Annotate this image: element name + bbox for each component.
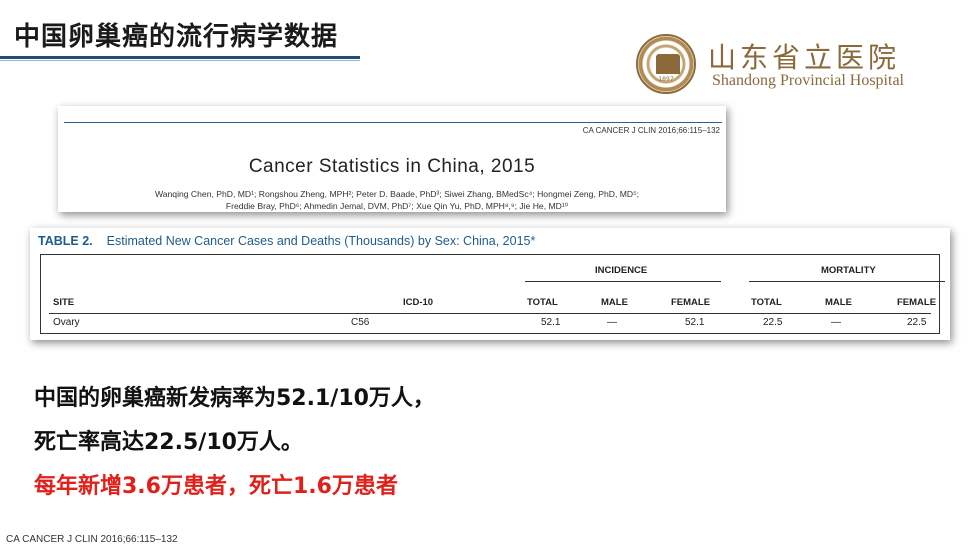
cell-incidence-total: 52.1 (541, 317, 561, 328)
slide-title: 中国卵巢癌的流行病学数据 (14, 22, 339, 52)
authors-line-1: Wanqing Chen, PhD, MD¹; Rongshou Zheng, … (154, 189, 640, 199)
paper-authors: Wanqing Chen, PhD, MD¹; Rongshou Zheng, … (88, 188, 706, 212)
table-caption: TABLE 2. Estimated New Cancer Cases and D… (38, 234, 535, 248)
cell-incidence-male: — (607, 317, 617, 328)
cell-icd10: C56 (351, 317, 370, 328)
incidence-group-rule (525, 281, 721, 282)
header-mortality-female: FEMALE (897, 297, 937, 308)
header-mortality-male: MALE (825, 297, 852, 308)
hospital-seal-icon: 1897 (636, 34, 696, 94)
title-underline (0, 56, 360, 59)
header-incidence-male: MALE (601, 297, 628, 308)
footer-citation: CA CANCER J CLIN 2016;66:115–132 (6, 534, 178, 545)
header-row-rule (49, 313, 931, 314)
hospital-logo: 1897 山东省立医院 Shandong Provincial Hospital (636, 34, 936, 98)
table-frame: INCIDENCE MORTALITY SITE ICD-10 TOTAL MA… (40, 254, 945, 334)
group-header-mortality: MORTALITY (821, 265, 876, 276)
group-header-incidence: INCIDENCE (595, 265, 648, 276)
paper-title: Cancer Statistics in China, 2015 (248, 156, 536, 177)
header-mortality-total: TOTAL (751, 297, 782, 308)
header-incidence-total: TOTAL (527, 297, 558, 308)
statement-annual-highlight: 每年新增3.6万患者，死亡1.6万患者 (34, 474, 398, 499)
paper-header-excerpt: CA CANCER J CLIN 2016;66:115–132 Cancer … (58, 106, 726, 212)
table-label: TABLE 2. (38, 234, 93, 248)
cell-site: Ovary (53, 317, 80, 328)
title-underline-thin (0, 60, 360, 61)
header-icd10: ICD-10 (403, 297, 434, 308)
seal-year: 1897 (658, 76, 674, 83)
seal-building-icon (656, 54, 680, 74)
paper-rule (64, 122, 722, 123)
cell-mortality-male: — (831, 317, 841, 328)
statistics-table-excerpt: TABLE 2. Estimated New Cancer Cases and D… (30, 228, 950, 340)
cell-mortality-female: 22.5 (907, 317, 927, 328)
statement-incidence: 中国的卵巢癌新发病率为52.1/10万人， (34, 386, 435, 411)
statement-mortality: 死亡率高达22.5/10万人。 (34, 430, 303, 455)
cell-incidence-female: 52.1 (685, 317, 705, 328)
authors-line-2: Freddie Bray, PhD⁶; Ahmedin Jemal, DVM, … (225, 201, 569, 211)
cell-mortality-total: 22.5 (763, 317, 783, 328)
paper-journal-citation: CA CANCER J CLIN 2016;66:115–132 (582, 126, 720, 135)
hospital-name-cn: 山东省立医院 (708, 41, 901, 74)
mortality-group-rule (749, 281, 945, 282)
header-site: SITE (53, 297, 75, 308)
header-incidence-female: FEMALE (671, 297, 711, 308)
table-caption-text: Estimated New Cancer Cases and Deaths (T… (106, 234, 536, 248)
hospital-name-en: Shandong Provincial Hospital (712, 72, 904, 89)
